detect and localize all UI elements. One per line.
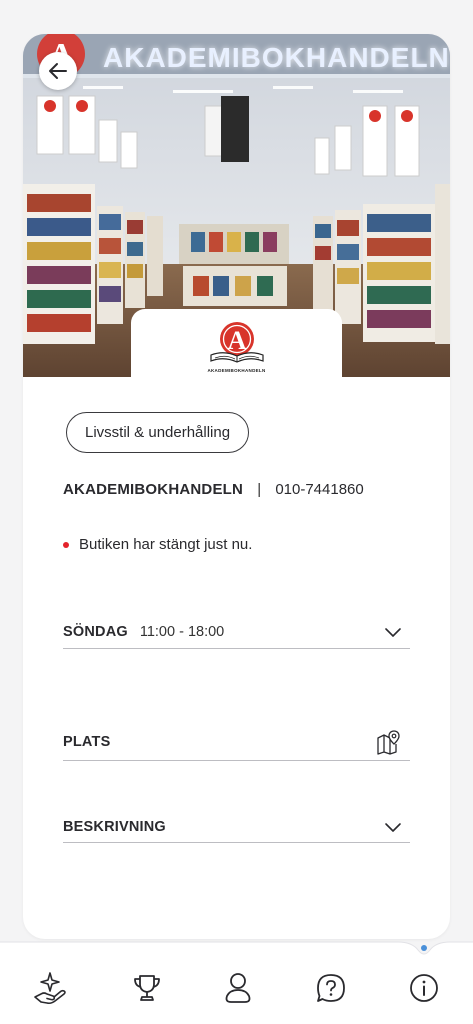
opening-hours-toggle[interactable]: SÖNDAG 11:00 - 18:00 [63, 616, 410, 649]
tab-profile[interactable] [216, 966, 260, 1010]
tab-offers[interactable] [28, 966, 72, 1010]
store-hero-image: A AKADEMIBOKHANDELN A AKADEMIBOKHANDELN [23, 34, 450, 377]
store-phone-link[interactable]: 010-7441860 [275, 481, 363, 498]
arrow-left-icon [49, 63, 67, 79]
opening-status: Butiken har stängt just nu. [63, 536, 252, 553]
tab-help[interactable] [309, 966, 353, 1010]
tab-info[interactable] [402, 966, 446, 1010]
bottom-tab-bar [0, 930, 473, 1024]
help-icon [317, 974, 345, 1002]
hours-day: SÖNDAG [63, 624, 128, 640]
location-label: PLATS [63, 734, 111, 750]
store-card: A AKADEMIBOKHANDELN A AKADEMIBOKHANDELN … [23, 34, 450, 939]
separator: | [257, 481, 262, 498]
closed-status-dot [63, 541, 69, 548]
store-logo: A AKADEMIBOKHANDELN [131, 309, 342, 377]
akademibokhandeln-logo-icon: A [209, 322, 264, 363]
svg-text:A: A [227, 326, 246, 355]
trophy-icon [134, 975, 160, 1001]
map-pin-icon[interactable] [376, 729, 402, 755]
description-label: BESKRIVNING [63, 819, 166, 835]
back-button[interactable] [39, 52, 77, 90]
active-tab-indicator [421, 945, 427, 951]
location-row[interactable]: PLATS [63, 724, 410, 761]
storefront-sign-text: AKADEMIBOKHANDELN [103, 42, 450, 73]
store-info-line: AKADEMIBOKHANDELN | 010-7441860 [63, 481, 364, 498]
logo-wordmark: AKADEMIBOKHANDELN [207, 368, 266, 373]
store-name: AKADEMIBOKHANDELN [63, 481, 244, 498]
description-toggle[interactable]: BESKRIVNING [63, 812, 410, 843]
tab-achievements[interactable] [125, 966, 169, 1010]
chevron-down-icon [384, 626, 402, 638]
chevron-down-icon [384, 821, 402, 833]
user-icon [225, 973, 251, 1003]
category-chip[interactable]: Livsstil & underhålling [66, 412, 250, 453]
hours-time: 11:00 - 18:00 [139, 624, 225, 640]
info-icon [410, 974, 438, 1002]
hand-sparkle-icon [34, 972, 66, 1005]
status-text: Butiken har stängt just nu. [79, 536, 253, 553]
